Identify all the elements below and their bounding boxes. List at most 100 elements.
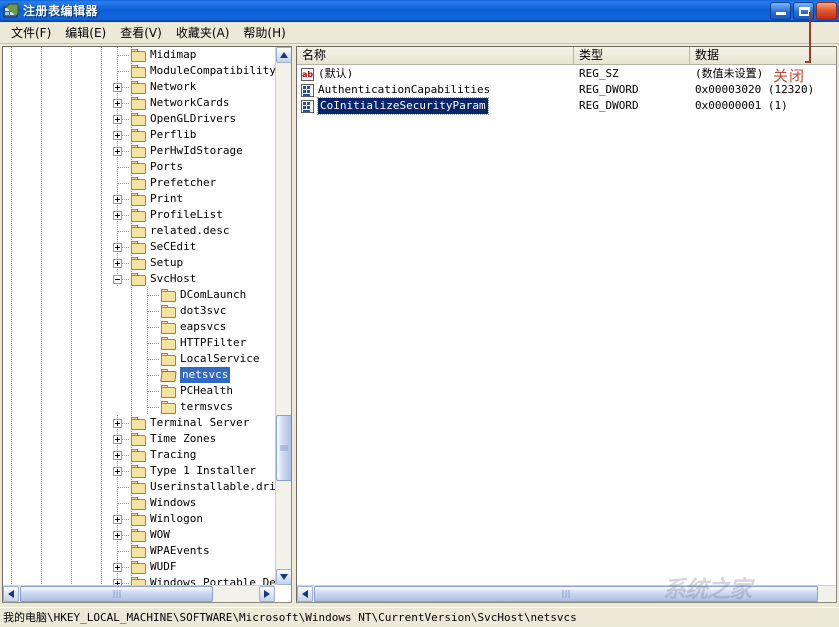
- folder-icon: [131, 209, 147, 222]
- tree-item[interactable]: DComLaunch: [3, 287, 275, 303]
- tree-item[interactable]: Windows: [3, 495, 275, 511]
- tree-scroll-thumb[interactable]: [276, 415, 292, 481]
- tree-item[interactable]: related.desc: [3, 223, 275, 239]
- tree-item[interactable]: Userinstallable.dri: [3, 479, 275, 495]
- menu-help[interactable]: 帮助(H): [236, 22, 292, 43]
- column-header-name[interactable]: 名称: [297, 47, 574, 64]
- maximize-button[interactable]: [793, 2, 814, 20]
- value-row[interactable]: CoInitializeSecurityParamREG_DWORD0x0000…: [297, 98, 836, 114]
- tree-item[interactable]: Tracing: [3, 447, 275, 463]
- tree-item[interactable]: NetworkCards: [3, 95, 275, 111]
- tree-guide-line: [118, 183, 130, 184]
- tree-expand-icon[interactable]: [113, 435, 122, 444]
- value-row[interactable]: AuthenticationCapabilitiesREG_DWORD0x000…: [297, 82, 836, 98]
- folder-icon: [161, 401, 177, 414]
- tree-expand-icon[interactable]: [113, 531, 122, 540]
- tree-item[interactable]: Windows Portable Devices: [3, 575, 275, 585]
- column-header-data[interactable]: 数据: [690, 47, 836, 64]
- dword-value-icon: [301, 100, 314, 113]
- tree-vertical-scrollbar[interactable]: [275, 47, 291, 585]
- tree-item-label: LocalService: [180, 351, 259, 367]
- tree-item[interactable]: WOW: [3, 527, 275, 543]
- tree-item[interactable]: termsvcs: [3, 399, 275, 415]
- tree-item-label: WUDF: [150, 559, 177, 575]
- tree-item[interactable]: Type 1 Installer: [3, 463, 275, 479]
- tree-horizontal-scrollbar[interactable]: [3, 585, 275, 602]
- tree-scroll-left-button[interactable]: [3, 586, 19, 602]
- tree-item[interactable]: Winlogon: [3, 511, 275, 527]
- tree-scroll-up-button[interactable]: [276, 47, 292, 63]
- tree-item[interactable]: ModuleCompatibility: [3, 63, 275, 79]
- tree-expand-icon[interactable]: [113, 195, 122, 204]
- tree-guide-line: [118, 551, 130, 552]
- close-button[interactable]: [816, 2, 837, 20]
- tree-scroll-down-button[interactable]: [276, 569, 292, 585]
- tree-expand-icon[interactable]: [113, 563, 122, 572]
- tree-item[interactable]: Print: [3, 191, 275, 207]
- tree-expand-icon[interactable]: [113, 99, 122, 108]
- minimize-button[interactable]: [770, 2, 791, 20]
- tree-item[interactable]: Prefetcher: [3, 175, 275, 191]
- tree-item[interactable]: dot3svc: [3, 303, 275, 319]
- folder-icon: [131, 193, 147, 206]
- annotation-close-label: 关闭: [773, 65, 805, 86]
- tree-collapse-icon[interactable]: [113, 275, 122, 284]
- menu-edit[interactable]: 编辑(E): [58, 22, 113, 43]
- registry-tree-pane[interactable]: MidimapModuleCompatibilityNetworkNetwork…: [2, 46, 292, 603]
- folder-icon: [131, 129, 147, 142]
- tree-hscroll-thumb[interactable]: [20, 586, 213, 602]
- tree-item[interactable]: Network: [3, 79, 275, 95]
- value-name: (默认): [318, 66, 353, 82]
- tree-item[interactable]: HTTPFilter: [3, 335, 275, 351]
- folder-icon: [131, 49, 147, 62]
- tree-item[interactable]: Terminal Server: [3, 415, 275, 431]
- tree-expand-icon[interactable]: [113, 147, 122, 156]
- tree-item[interactable]: SeCEdit: [3, 239, 275, 255]
- tree-expand-icon[interactable]: [113, 259, 122, 268]
- tree-expand-icon[interactable]: [113, 515, 122, 524]
- menu-file[interactable]: 文件(F): [4, 22, 58, 43]
- tree-item[interactable]: eapsvcs: [3, 319, 275, 335]
- tree-item[interactable]: LocalService: [3, 351, 275, 367]
- tree-item[interactable]: WPAEvents: [3, 543, 275, 559]
- tree-item[interactable]: WUDF: [3, 559, 275, 575]
- tree-item[interactable]: Ports: [3, 159, 275, 175]
- tree-item[interactable]: Setup: [3, 255, 275, 271]
- tree-item[interactable]: PerHwIdStorage: [3, 143, 275, 159]
- tree-item[interactable]: OpenGLDrivers: [3, 111, 275, 127]
- tree-item[interactable]: PCHealth: [3, 383, 275, 399]
- tree-guide-line: [118, 167, 130, 168]
- menu-view[interactable]: 查看(V): [113, 22, 169, 43]
- folder-icon: [131, 273, 147, 286]
- tree-expand-icon[interactable]: [113, 467, 122, 476]
- tree-expand-icon[interactable]: [113, 131, 122, 140]
- dword-value-icon: [301, 84, 314, 97]
- menu-bar: 文件(F) 编辑(E) 查看(V) 收藏夹(A) 帮助(H): [0, 22, 839, 44]
- tree-item-label: HTTPFilter: [180, 335, 246, 351]
- value-row[interactable]: ab(默认)REG_SZ(数值未设置): [297, 66, 836, 82]
- tree-expand-icon[interactable]: [113, 419, 122, 428]
- tree-scroll-right-button[interactable]: [259, 586, 275, 602]
- tree-item[interactable]: Time Zones: [3, 431, 275, 447]
- menu-favorites[interactable]: 收藏夹(A): [169, 22, 237, 43]
- tree-item[interactable]: SvcHost: [3, 271, 275, 287]
- tree-item-label: Time Zones: [150, 431, 216, 447]
- tree-expand-icon[interactable]: [113, 211, 122, 220]
- tree-item-label: Type 1 Installer: [150, 463, 256, 479]
- tree-item[interactable]: Midimap: [3, 47, 275, 63]
- registry-values-pane[interactable]: 名称 类型 数据 ab(默认)REG_SZ(数值未设置)Authenticati…: [296, 46, 837, 603]
- tree-expand-icon[interactable]: [113, 115, 122, 124]
- window-title: 注册表编辑器: [23, 2, 98, 19]
- tree-expand-icon[interactable]: [113, 83, 122, 92]
- tree-guide-line: [148, 311, 160, 312]
- tree-expand-icon[interactable]: [113, 243, 122, 252]
- folder-icon: [131, 417, 147, 430]
- column-header-type[interactable]: 类型: [574, 47, 690, 64]
- tree-item[interactable]: ProfileList: [3, 207, 275, 223]
- tree-guide-line: [118, 231, 130, 232]
- tree-item[interactable]: Perflib: [3, 127, 275, 143]
- tree-guide-line: [148, 375, 160, 376]
- tree-item-selected[interactable]: netsvcs: [3, 367, 275, 383]
- tree-expand-icon[interactable]: [113, 451, 122, 460]
- list-scroll-left-button[interactable]: [297, 586, 313, 602]
